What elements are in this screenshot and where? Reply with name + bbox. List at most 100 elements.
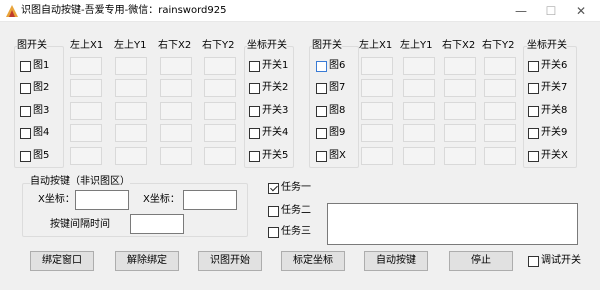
left-row-5-y1-field[interactable] xyxy=(115,147,147,165)
right-row-3-y2-field[interactable] xyxy=(484,102,516,120)
left-switch-2-box[interactable] xyxy=(249,82,260,94)
right-image-1-box[interactable] xyxy=(316,60,327,72)
left-image-3-checkbox[interactable]: 图3 xyxy=(20,105,49,117)
right-row-3-x2-field[interactable] xyxy=(444,102,476,120)
right-row-5-y1-field[interactable] xyxy=(403,147,435,165)
left-row-2-x2-field[interactable] xyxy=(160,79,192,97)
task-1-box[interactable] xyxy=(268,182,279,194)
minimize-button[interactable]: — xyxy=(506,0,536,22)
bind-window-button[interactable]: 绑定窗口 xyxy=(30,251,94,271)
left-row-2-x1-field[interactable] xyxy=(70,79,102,97)
task-3-box[interactable] xyxy=(268,226,279,238)
left-image-3-box[interactable] xyxy=(20,105,31,117)
task-1-checkbox[interactable]: 任务一 xyxy=(268,182,311,194)
unbind-button[interactable]: 解除绑定 xyxy=(115,251,179,271)
right-row-1-y1-field[interactable] xyxy=(403,57,435,75)
auto-key-button[interactable]: 自动按键 xyxy=(364,251,428,271)
left-row-3-x2-field[interactable] xyxy=(160,102,192,120)
task-2-checkbox[interactable]: 任务二 xyxy=(268,205,311,217)
right-switch-1-box[interactable] xyxy=(528,60,539,72)
right-switch-2-box[interactable] xyxy=(528,82,539,94)
right-row-4-y1-field[interactable] xyxy=(403,124,435,142)
task-2-box[interactable] xyxy=(268,205,279,217)
left-row-3-x1-field[interactable] xyxy=(70,102,102,120)
right-row-5-x1-field[interactable] xyxy=(361,147,393,165)
right-switch-3-box[interactable] xyxy=(528,105,539,117)
right-image-3-checkbox[interactable]: 图8 xyxy=(316,105,345,117)
right-row-4-y2-field[interactable] xyxy=(484,124,516,142)
key-interval-input[interactable] xyxy=(130,214,184,234)
right-switch-2-checkbox[interactable]: 开关7 xyxy=(528,82,567,94)
right-image-5-checkbox[interactable]: 图X xyxy=(316,150,346,162)
right-switch-1-checkbox[interactable]: 开关6 xyxy=(528,60,567,72)
left-row-5-y2-field[interactable] xyxy=(204,147,236,165)
right-image-4-checkbox[interactable]: 图9 xyxy=(316,127,345,139)
log-textbox[interactable] xyxy=(327,203,578,245)
mark-coords-button[interactable]: 标定坐标 xyxy=(281,251,345,271)
right-row-1-x1-field[interactable] xyxy=(361,57,393,75)
left-row-4-x2-field[interactable] xyxy=(160,124,192,142)
right-row-4-x2-field[interactable] xyxy=(444,124,476,142)
right-image-2-checkbox[interactable]: 图7 xyxy=(316,82,345,94)
close-button[interactable]: ✕ xyxy=(566,0,596,22)
right-row-2-x1-field[interactable] xyxy=(361,79,393,97)
right-row-2-y1-field[interactable] xyxy=(403,79,435,97)
left-row-5-x2-field[interactable] xyxy=(160,147,192,165)
left-row-1-y1-field[interactable] xyxy=(115,57,147,75)
right-row-1-x2-field[interactable] xyxy=(444,57,476,75)
right-image-3-box[interactable] xyxy=(316,105,327,117)
right-row-2-x2-field[interactable] xyxy=(444,79,476,97)
left-row-1-x1-field[interactable] xyxy=(70,57,102,75)
left-image-1-checkbox[interactable]: 图1 xyxy=(20,60,49,72)
right-image-1-checkbox[interactable]: 图6 xyxy=(316,60,345,72)
left-row-4-y1-field[interactable] xyxy=(115,124,147,142)
left-switch-3-box[interactable] xyxy=(249,105,260,117)
task-3-checkbox[interactable]: 任务三 xyxy=(268,226,311,238)
left-row-3-y2-field[interactable] xyxy=(204,102,236,120)
right-switch-4-checkbox[interactable]: 开关9 xyxy=(528,127,567,139)
left-switch-1-checkbox[interactable]: 开关1 xyxy=(249,60,288,72)
right-row-4-x1-field[interactable] xyxy=(361,124,393,142)
left-switch-4-box[interactable] xyxy=(249,127,260,139)
left-switch-1-box[interactable] xyxy=(249,60,260,72)
right-row-3-x1-field[interactable] xyxy=(361,102,393,120)
right-row-5-y2-field[interactable] xyxy=(484,147,516,165)
left-image-1-box[interactable] xyxy=(20,60,31,72)
right-image-4-box[interactable] xyxy=(316,127,327,139)
left-row-4-x1-field[interactable] xyxy=(70,124,102,142)
left-image-5-checkbox[interactable]: 图5 xyxy=(20,150,49,162)
left-image-4-box[interactable] xyxy=(20,127,31,139)
right-switch-3-checkbox[interactable]: 开关8 xyxy=(528,105,567,117)
x-coord-input[interactable] xyxy=(75,190,129,210)
right-switch-4-box[interactable] xyxy=(528,127,539,139)
left-image-2-checkbox[interactable]: 图2 xyxy=(20,82,49,94)
left-row-5-x1-field[interactable] xyxy=(70,147,102,165)
right-image-5-box[interactable] xyxy=(316,150,327,162)
left-switch-5-box[interactable] xyxy=(249,150,260,162)
right-row-1-y2-field[interactable] xyxy=(484,57,516,75)
left-switch-2-checkbox[interactable]: 开关2 xyxy=(249,82,288,94)
stop-button[interactable]: 停止 xyxy=(449,251,513,271)
right-row-5-x2-field[interactable] xyxy=(444,147,476,165)
y-coord-input[interactable] xyxy=(183,190,237,210)
right-row-2-y2-field[interactable] xyxy=(484,79,516,97)
left-row-3-y1-field[interactable] xyxy=(115,102,147,120)
left-row-1-x2-field[interactable] xyxy=(160,57,192,75)
left-image-2-box[interactable] xyxy=(20,82,31,94)
left-image-4-checkbox[interactable]: 图4 xyxy=(20,127,49,139)
maximize-button[interactable]: ☐ xyxy=(536,0,566,22)
right-switch-5-box[interactable] xyxy=(528,150,539,162)
left-row-4-y2-field[interactable] xyxy=(204,124,236,142)
left-switch-4-checkbox[interactable]: 开关4 xyxy=(249,127,288,139)
right-image-2-box[interactable] xyxy=(316,82,327,94)
right-row-3-y1-field[interactable] xyxy=(403,102,435,120)
right-switch-5-checkbox[interactable]: 开关X xyxy=(528,150,568,162)
left-switch-3-checkbox[interactable]: 开关3 xyxy=(249,105,288,117)
start-recognition-button[interactable]: 识图开始 xyxy=(198,251,262,271)
debug-switch-box[interactable] xyxy=(528,255,539,267)
left-row-1-y2-field[interactable] xyxy=(204,57,236,75)
left-row-2-y1-field[interactable] xyxy=(115,79,147,97)
debug-switch-checkbox[interactable]: 调试开关 xyxy=(528,255,581,267)
left-row-2-y2-field[interactable] xyxy=(204,79,236,97)
left-image-5-box[interactable] xyxy=(20,150,31,162)
